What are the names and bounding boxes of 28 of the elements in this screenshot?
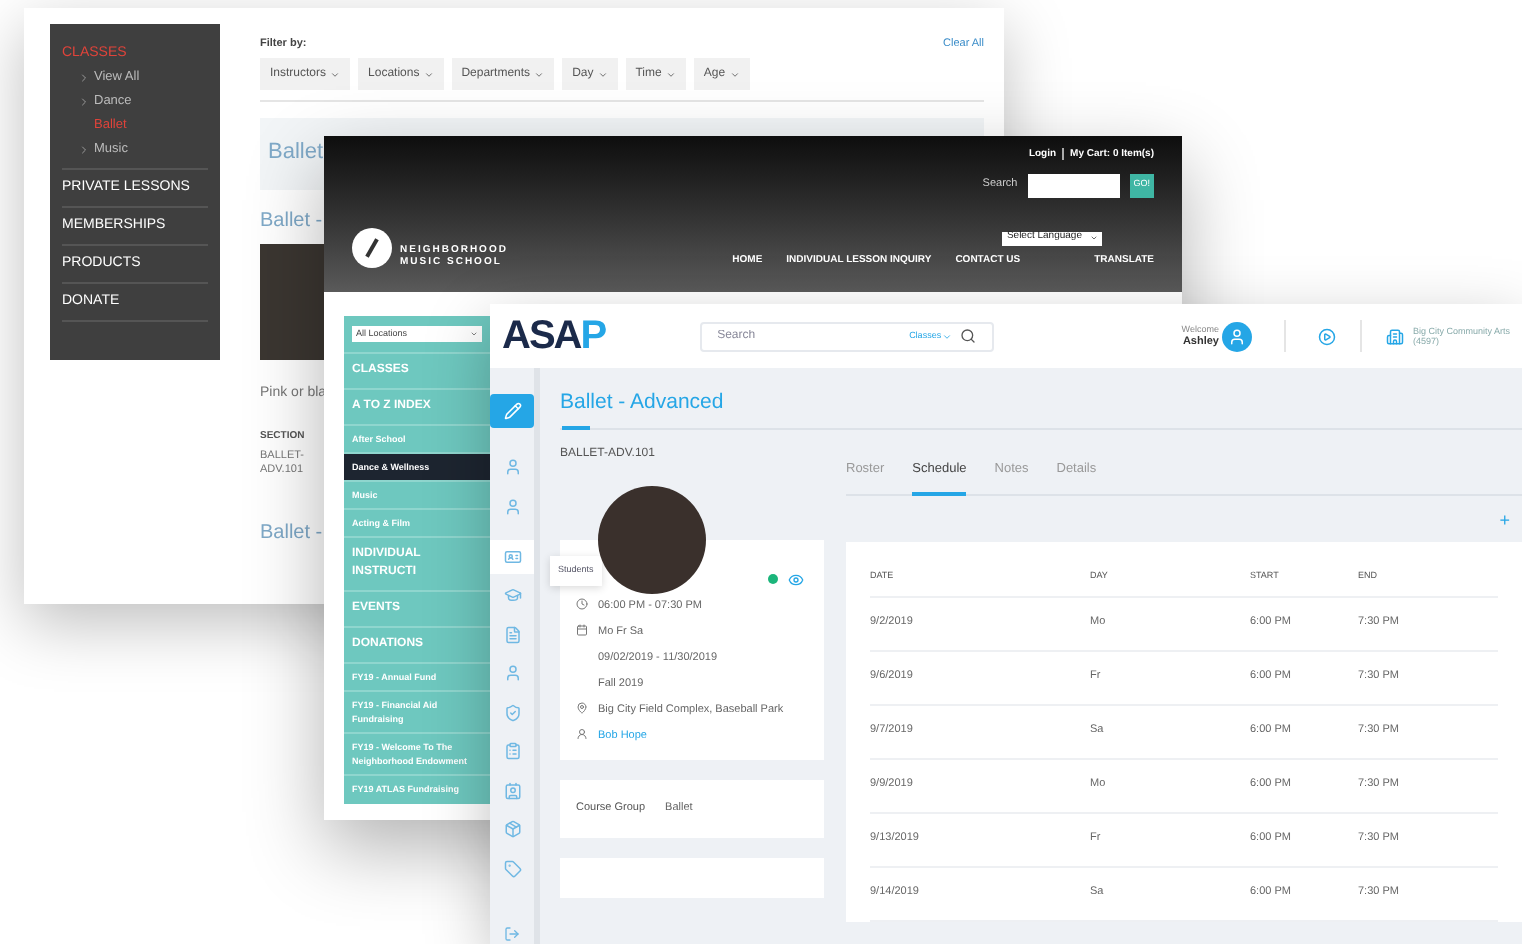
map-pin-icon bbox=[576, 701, 588, 714]
logo-text: ASAP bbox=[502, 316, 606, 356]
class-title: Ballet - Advanced bbox=[560, 388, 726, 418]
caret-icon bbox=[665, 69, 676, 80]
person-icon bbox=[576, 727, 588, 740]
group-title: Ballet bbox=[268, 140, 324, 165]
class-title: Ballet - bbox=[260, 520, 323, 549]
search-icon[interactable] bbox=[959, 328, 976, 344]
pencil-icon[interactable] bbox=[490, 394, 534, 428]
logo-icon bbox=[352, 228, 392, 268]
play-icon[interactable] bbox=[1318, 327, 1337, 345]
class-title: Ballet - bbox=[260, 208, 323, 237]
caret-icon bbox=[729, 69, 740, 80]
photo-placeholder bbox=[260, 244, 328, 361]
avatar-icon[interactable] bbox=[1222, 321, 1253, 351]
search-field[interactable] bbox=[1027, 173, 1120, 197]
caret-icon bbox=[534, 69, 545, 80]
chevron-icon bbox=[78, 144, 90, 156]
clock-icon bbox=[576, 597, 588, 610]
caret-icon bbox=[941, 331, 952, 341]
id-card-icon[interactable] bbox=[490, 539, 534, 573]
building-icon bbox=[1386, 327, 1405, 345]
calendar-icon bbox=[576, 623, 588, 636]
caret-icon bbox=[423, 69, 434, 80]
logout-icon[interactable] bbox=[504, 926, 520, 942]
caret-icon bbox=[330, 69, 341, 80]
eye-icon[interactable] bbox=[788, 571, 804, 588]
caret-icon bbox=[597, 69, 608, 80]
